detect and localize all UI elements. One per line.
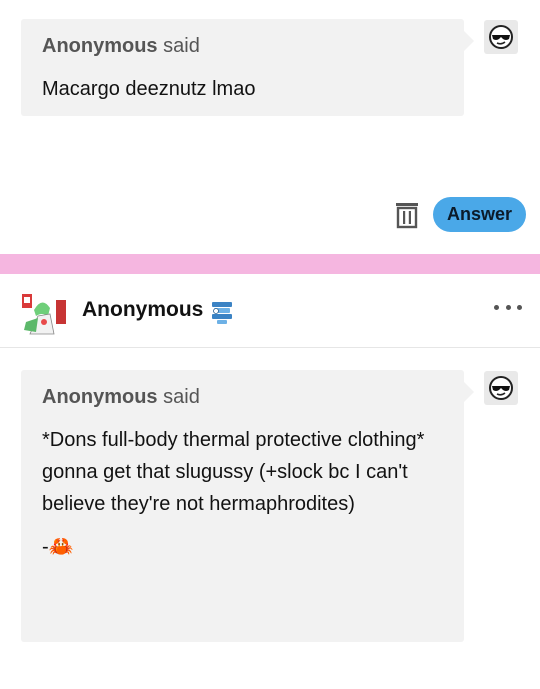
- more-options-icon[interactable]: [494, 302, 522, 312]
- blog-name[interactable]: Anonymous: [82, 298, 203, 322]
- blue-badge-icon: [212, 302, 232, 324]
- blue-badge-icon[interactable]: [209, 299, 235, 325]
- sunglasses-face-icon: [489, 376, 513, 400]
- gardevoir-avatar-icon[interactable]: [20, 292, 68, 336]
- asker-line: Anonymous said: [42, 384, 443, 410]
- sunglasses-face-icon[interactable]: [484, 20, 518, 54]
- more-dot: [505, 304, 511, 310]
- question-text: Macargo deeznutz lmao: [42, 73, 443, 105]
- asker-said: said: [163, 35, 200, 57]
- crab-emoji: 🦀: [48, 536, 74, 558]
- question-bubble: Anonymous said Macargo deeznutz lmao: [21, 19, 474, 116]
- post-separator: [0, 254, 540, 274]
- asker-said: said: [163, 386, 200, 408]
- sunglasses-face-icon[interactable]: [484, 371, 518, 405]
- question-text: *Dons full-body thermal protective cloth…: [42, 424, 443, 520]
- asker-name[interactable]: Anonymous: [42, 386, 158, 408]
- more-dot: [494, 304, 499, 310]
- question-line: gonna get that slugussy (+slock bc I can…: [42, 461, 408, 515]
- question-line: Macargo deeznutz lmao: [42, 78, 256, 100]
- question-line: *Dons full-body thermal protective cloth…: [42, 429, 425, 451]
- signature: - 🦀: [42, 532, 443, 562]
- asker-line: Anonymous said: [42, 33, 443, 59]
- trash-icon[interactable]: [395, 201, 419, 229]
- trash-icon: [396, 203, 418, 229]
- post-header: Anonymous: [0, 274, 540, 348]
- gardevoir-avatar-icon: [22, 294, 66, 335]
- sunglasses-face-icon: [489, 25, 513, 49]
- answer-button[interactable]: Answer: [433, 197, 526, 232]
- question-bubble: Anonymous said *Dons full-body thermal p…: [21, 370, 474, 642]
- more-dot: [517, 304, 522, 310]
- asker-name[interactable]: Anonymous: [42, 35, 158, 57]
- answer-actions: Answer: [0, 197, 540, 233]
- signature-prefix: -: [42, 536, 49, 558]
